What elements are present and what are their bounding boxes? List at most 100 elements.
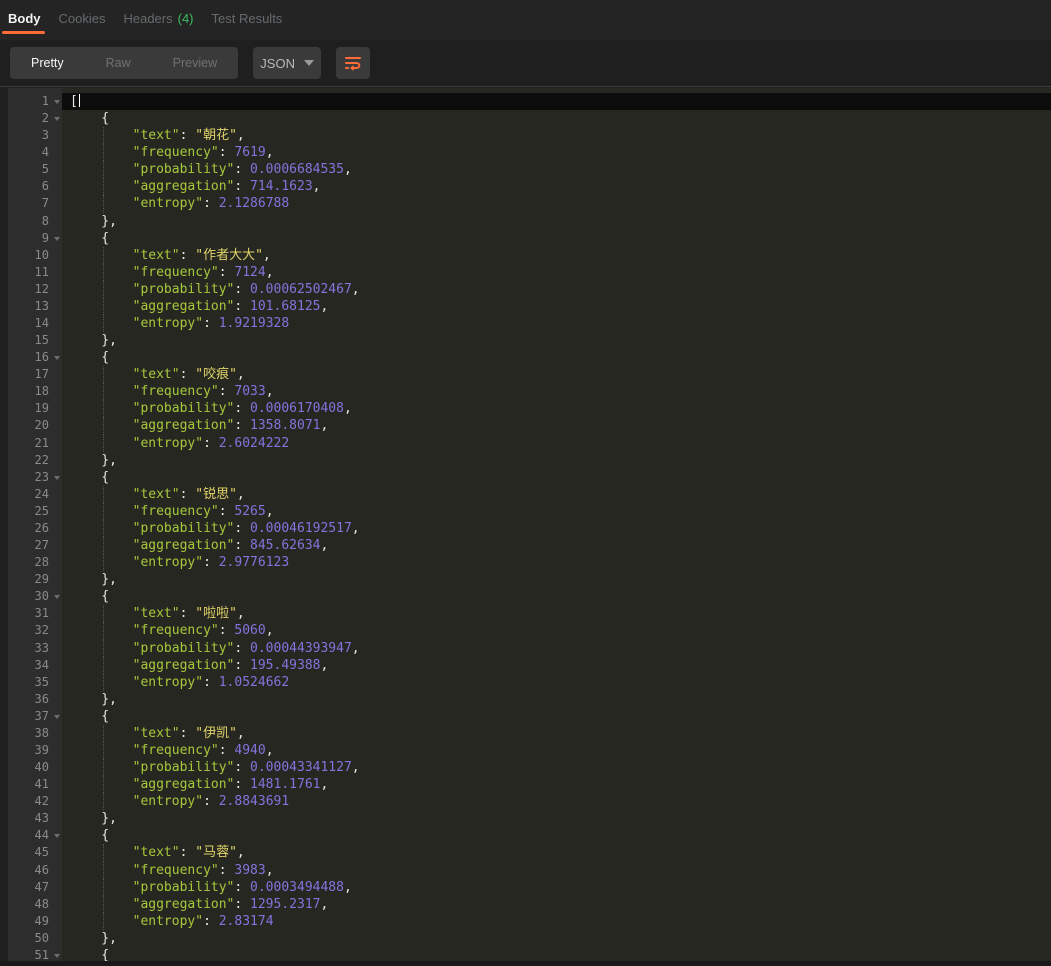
code-line[interactable]: 27 "aggregation": 845.62634, — [8, 537, 1051, 555]
code-line[interactable]: 49 "entropy": 2.83174 — [8, 912, 1051, 930]
code-line-content[interactable]: "aggregation": 1358.8071, — [62, 417, 1051, 435]
code-line-content[interactable]: }, — [62, 452, 1051, 469]
fold-caret-icon[interactable] — [54, 475, 60, 480]
code-line[interactable]: 46 "frequency": 3983, — [8, 861, 1051, 879]
code-line[interactable]: 19 "probability": 0.0006170408, — [8, 400, 1051, 418]
code-line[interactable]: 23 { — [8, 469, 1051, 486]
code-line-content[interactable]: "text": "马蓉", — [62, 844, 1051, 862]
code-line-content[interactable]: "aggregation": 1481.1761, — [62, 776, 1051, 794]
code-line-content[interactable]: "probability": 0.0006170408, — [62, 400, 1051, 418]
horizontal-scrollbar[interactable] — [0, 961, 1051, 966]
fold-caret-icon[interactable] — [54, 834, 60, 839]
code-line[interactable]: 18 "frequency": 7033, — [8, 383, 1051, 401]
code-line-content[interactable]: "aggregation": 714.1623, — [62, 178, 1051, 196]
fold-caret-icon[interactable] — [54, 714, 60, 719]
fold-caret-icon[interactable] — [54, 356, 60, 361]
code-line[interactable]: 14 "entropy": 1.9219328 — [8, 315, 1051, 333]
code-line-content[interactable]: "text": "啦啦", — [62, 605, 1051, 623]
code-line[interactable]: 24 "text": "锐思", — [8, 485, 1051, 503]
code-line[interactable]: 45 "text": "马蓉", — [8, 844, 1051, 862]
code-line-content[interactable]: [ — [62, 93, 1051, 111]
code-line-content[interactable]: { — [62, 827, 1051, 844]
code-line-content[interactable]: "text": "作者大大", — [62, 246, 1051, 264]
code-line[interactable]: 32 "frequency": 5060, — [8, 622, 1051, 640]
code-line-content[interactable]: "probability": 0.0003494488, — [62, 878, 1051, 896]
code-line[interactable]: 26 "probability": 0.00046192517, — [8, 519, 1051, 538]
language-dropdown[interactable]: JSON — [253, 47, 322, 79]
code-line[interactable]: 25 "frequency": 5265, — [8, 502, 1051, 520]
code-line-content[interactable]: { — [62, 110, 1051, 127]
code-line[interactable]: 39 "frequency": 4940, — [8, 741, 1051, 760]
code-line-content[interactable]: }, — [62, 213, 1051, 230]
code-line[interactable]: 13 "aggregation": 101.68125, — [8, 297, 1051, 316]
fold-caret-icon[interactable] — [54, 117, 60, 122]
code-line[interactable]: 33 "probability": 0.00044393947, — [8, 639, 1051, 657]
code-line[interactable]: 21 "entropy": 2.6024222 — [8, 434, 1051, 452]
code-line-content[interactable]: "probability": 0.0006684535, — [62, 161, 1051, 179]
code-line-content[interactable]: }, — [62, 332, 1051, 349]
code-line-content[interactable]: { — [62, 349, 1051, 366]
code-line[interactable]: 47 "probability": 0.0003494488, — [8, 878, 1051, 896]
code-line[interactable]: 10 "text": "作者大大", — [8, 246, 1051, 264]
code-line[interactable]: 6 "aggregation": 714.1623, — [8, 178, 1051, 196]
pretty-view-button[interactable]: Pretty — [10, 47, 85, 79]
code-line-content[interactable]: "frequency": 7619, — [62, 144, 1051, 162]
code-line[interactable]: 30 { — [8, 588, 1051, 605]
code-line-content[interactable]: "frequency": 3983, — [62, 861, 1051, 879]
code-line[interactable]: 15 }, — [8, 332, 1051, 349]
fold-caret-icon[interactable] — [54, 236, 60, 241]
code-line[interactable]: 50 }, — [8, 930, 1051, 947]
code-line-content[interactable]: "frequency": 5060, — [62, 622, 1051, 640]
line-wrap-button[interactable] — [336, 47, 371, 79]
code-line[interactable]: 22 }, — [8, 452, 1051, 469]
fold-caret-icon[interactable] — [54, 953, 60, 958]
code-line-content[interactable]: "frequency": 4940, — [62, 741, 1051, 760]
preview-view-button[interactable]: Preview — [152, 47, 238, 79]
tab-test-results[interactable]: Test Results — [212, 7, 283, 34]
code-line[interactable]: 12 "probability": 0.00062502467, — [8, 280, 1051, 298]
tab-headers[interactable]: Headers (4) — [123, 7, 193, 34]
code-line-content[interactable]: "frequency": 7033, — [62, 383, 1051, 401]
code-line[interactable]: 4 "frequency": 7619, — [8, 144, 1051, 162]
code-line-content[interactable]: "aggregation": 845.62634, — [62, 537, 1051, 555]
code-line-content[interactable]: { — [62, 708, 1051, 725]
fold-caret-icon[interactable] — [54, 595, 60, 600]
raw-view-button[interactable]: Raw — [85, 47, 152, 79]
code-line-content[interactable]: }, — [62, 691, 1051, 708]
code-line[interactable]: 41 "aggregation": 1481.1761, — [8, 776, 1051, 794]
code-line-content[interactable]: { — [62, 469, 1051, 486]
code-line[interactable]: 40 "probability": 0.00043341127, — [8, 759, 1051, 777]
code-line-content[interactable]: "text": "咬痕", — [62, 366, 1051, 384]
code-line-content[interactable]: }, — [62, 930, 1051, 947]
code-line-content[interactable]: }, — [62, 810, 1051, 827]
tab-cookies[interactable]: Cookies — [59, 7, 106, 34]
code-line-content[interactable]: }, — [62, 571, 1051, 588]
code-line[interactable]: 43 }, — [8, 810, 1051, 827]
code-line-content[interactable]: "frequency": 5265, — [62, 502, 1051, 520]
code-line[interactable]: 35 "entropy": 1.0524662 — [8, 673, 1051, 691]
code-line-content[interactable]: { — [62, 588, 1051, 605]
code-line[interactable]: 3 "text": "朝花", — [8, 127, 1051, 145]
code-line[interactable]: 31 "text": "啦啦", — [8, 605, 1051, 623]
code-line[interactable]: 7 "entropy": 2.1286788 — [8, 195, 1051, 213]
code-line[interactable]: 28 "entropy": 2.9776123 — [8, 554, 1051, 572]
code-line-content[interactable]: "aggregation": 101.68125, — [62, 297, 1051, 316]
code-line[interactable]: 36 }, — [8, 691, 1051, 708]
code-line[interactable]: 20 "aggregation": 1358.8071, — [8, 417, 1051, 435]
code-line-content[interactable]: "text": "伊凯", — [62, 724, 1051, 742]
code-line[interactable]: 34 "aggregation": 195.49388, — [8, 656, 1051, 674]
code-line-content[interactable]: "probability": 0.00044393947, — [62, 639, 1051, 657]
code-line-content[interactable]: "entropy": 2.1286788 — [62, 195, 1051, 213]
code-line[interactable]: 48 "aggregation": 1295.2317, — [8, 895, 1051, 913]
code-line[interactable]: 9 { — [8, 230, 1051, 247]
code-line[interactable]: 1[ — [8, 93, 1051, 111]
code-line[interactable]: 8 }, — [8, 213, 1051, 230]
code-line[interactable]: 42 "entropy": 2.8843691 — [8, 793, 1051, 811]
fold-caret-icon[interactable] — [54, 100, 60, 104]
code-line-content[interactable]: "probability": 0.00043341127, — [62, 759, 1051, 777]
code-line-content[interactable]: { — [62, 230, 1051, 247]
tab-body[interactable]: Body — [8, 7, 41, 34]
code-line[interactable]: 2 { — [8, 110, 1051, 127]
code-line-content[interactable]: "text": "锐思", — [62, 485, 1051, 503]
code-line[interactable]: 17 "text": "咬痕", — [8, 366, 1051, 384]
